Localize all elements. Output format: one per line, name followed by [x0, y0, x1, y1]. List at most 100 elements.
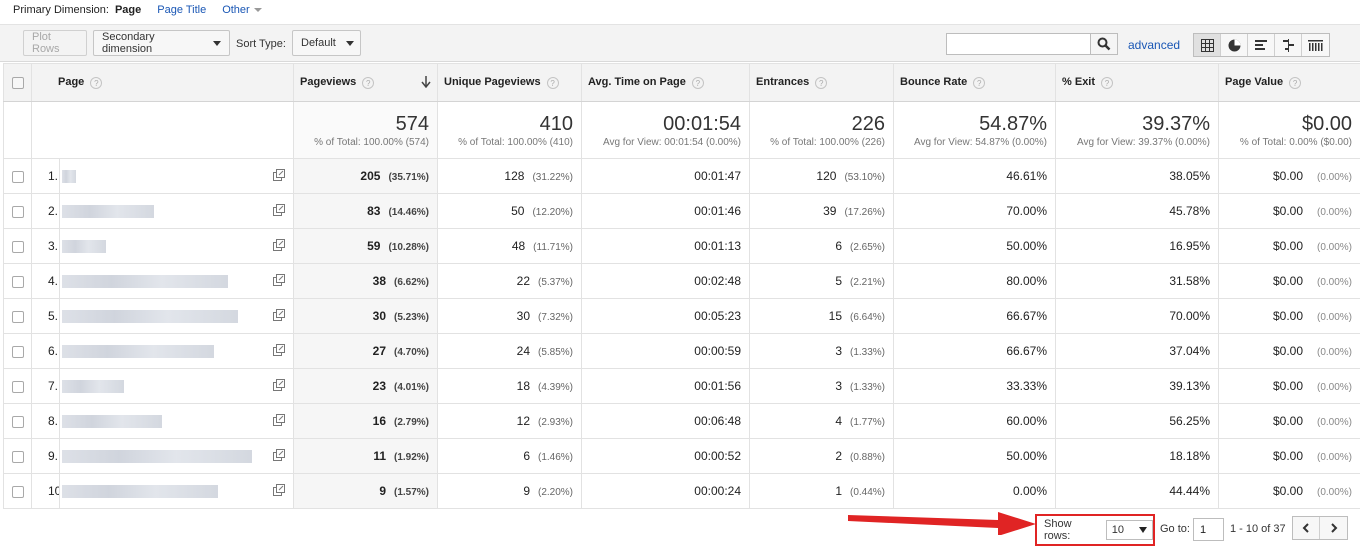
- row-checkbox[interactable]: [12, 171, 24, 183]
- page-value-percent: (0.00%): [1317, 347, 1352, 358]
- table-row[interactable]: 9.11(1.92%)6(1.46%)00:00:522(0.88%)50.00…: [4, 439, 1360, 474]
- open-link-icon[interactable]: [273, 169, 285, 181]
- page-cell[interactable]: [60, 474, 294, 509]
- row-checkbox[interactable]: [12, 346, 24, 358]
- table-row[interactable]: 7.23(4.01%)18(4.39%)00:01:563(1.33%)33.3…: [4, 369, 1360, 404]
- page-cell[interactable]: [60, 229, 294, 264]
- next-page-button[interactable]: [1320, 517, 1347, 539]
- select-all-checkbox[interactable]: [12, 77, 24, 89]
- row-checkbox-cell: [4, 474, 32, 509]
- sort-type-dropdown[interactable]: Default: [292, 30, 361, 56]
- open-link-icon[interactable]: [273, 239, 285, 251]
- table-row[interactable]: 10.9(1.57%)9(2.20%)00:00:241(0.44%)0.00%…: [4, 474, 1360, 509]
- data-table-view-button[interactable]: [1194, 34, 1221, 56]
- page-cell[interactable]: [60, 264, 294, 299]
- help-icon[interactable]: ?: [973, 77, 985, 89]
- help-icon[interactable]: ?: [692, 77, 704, 89]
- redacted-page-path[interactable]: [62, 485, 218, 498]
- table-row[interactable]: 4.38(6.62%)22(5.37%)00:02:485(2.21%)80.0…: [4, 264, 1360, 299]
- page-cell[interactable]: [60, 439, 294, 474]
- page-cell[interactable]: [60, 404, 294, 439]
- column-header-avg-time[interactable]: Avg. Time on Page?: [582, 64, 750, 102]
- primary-dimension-page[interactable]: Page: [115, 4, 141, 16]
- redacted-page-path[interactable]: [62, 415, 162, 428]
- redacted-page-path[interactable]: [62, 310, 238, 323]
- redacted-page-path[interactable]: [62, 275, 228, 288]
- table-row[interactable]: 8.16(2.79%)12(2.93%)00:06:484(1.77%)60.0…: [4, 404, 1360, 439]
- page-cell[interactable]: [60, 334, 294, 369]
- total-pageviews-cell: 574% of Total: 100.00% (574): [294, 102, 438, 159]
- row-checkbox[interactable]: [12, 416, 24, 428]
- row-checkbox[interactable]: [12, 486, 24, 498]
- secondary-dimension-dropdown[interactable]: Secondary dimension: [93, 30, 230, 56]
- open-link-icon[interactable]: [273, 204, 285, 216]
- column-header-unique-pageviews[interactable]: Unique Pageviews?: [438, 64, 582, 102]
- row-checkbox[interactable]: [12, 311, 24, 323]
- entrances-value: 1: [835, 484, 842, 498]
- search-button[interactable]: [1090, 33, 1118, 55]
- row-checkbox[interactable]: [12, 241, 24, 253]
- open-link-icon[interactable]: [273, 379, 285, 391]
- help-icon[interactable]: ?: [1101, 77, 1113, 89]
- advanced-filter-link[interactable]: advanced: [1128, 38, 1180, 52]
- row-number: 8.: [32, 404, 60, 439]
- page-cell[interactable]: [60, 299, 294, 334]
- help-icon[interactable]: ?: [90, 77, 102, 89]
- pie-view-button[interactable]: [1221, 34, 1248, 56]
- avg-time-cell: 00:00:24: [582, 474, 750, 509]
- redacted-page-path[interactable]: [62, 380, 124, 393]
- redacted-page-path[interactable]: [62, 205, 154, 218]
- open-link-icon[interactable]: [273, 484, 285, 496]
- column-header-pageviews[interactable]: Pageviews?: [294, 64, 438, 102]
- redacted-page-path[interactable]: [62, 345, 214, 358]
- search-input[interactable]: [946, 33, 1091, 55]
- page-cell[interactable]: [60, 194, 294, 229]
- table-row[interactable]: 6.27(4.70%)24(5.85%)00:00:593(1.33%)66.6…: [4, 334, 1360, 369]
- column-header-exit[interactable]: % Exit?: [1056, 64, 1219, 102]
- previous-page-button[interactable]: [1293, 517, 1320, 539]
- show-rows-select[interactable]: 10: [1106, 520, 1153, 540]
- open-link-icon[interactable]: [273, 274, 285, 286]
- grid-icon: [1201, 39, 1214, 52]
- unique-pageviews-percent: (7.32%): [538, 312, 573, 323]
- help-icon[interactable]: ?: [547, 77, 559, 89]
- table-row[interactable]: 5.30(5.23%)30(7.32%)00:05:2315(6.64%)66.…: [4, 299, 1360, 334]
- help-icon[interactable]: ?: [362, 77, 374, 89]
- help-icon[interactable]: ?: [1289, 77, 1301, 89]
- row-checkbox[interactable]: [12, 206, 24, 218]
- entrances-cell: 39(17.26%): [750, 194, 894, 229]
- redacted-page-path[interactable]: [62, 450, 252, 463]
- redacted-page-path[interactable]: [62, 170, 76, 183]
- plot-rows-button[interactable]: Plot Rows: [23, 30, 87, 56]
- open-link-icon[interactable]: [273, 449, 285, 461]
- exit-cell: 38.05%: [1056, 159, 1219, 194]
- column-header-page[interactable]: Page?: [32, 64, 294, 102]
- table-row[interactable]: 3.59(10.28%)48(11.71%)00:01:136(2.65%)50…: [4, 229, 1360, 264]
- pivot-view-button[interactable]: [1302, 34, 1329, 56]
- goto-page-input[interactable]: 1: [1193, 518, 1224, 541]
- primary-dimension-page-title[interactable]: Page Title: [157, 4, 206, 16]
- open-link-icon[interactable]: [273, 414, 285, 426]
- open-link-icon[interactable]: [273, 309, 285, 321]
- page-cell[interactable]: [60, 369, 294, 404]
- page-cell[interactable]: [60, 159, 294, 194]
- row-checkbox[interactable]: [12, 451, 24, 463]
- row-checkbox[interactable]: [12, 381, 24, 393]
- redacted-page-path[interactable]: [62, 240, 106, 253]
- column-header-page-value[interactable]: Page Value?: [1219, 64, 1360, 102]
- performance-view-button[interactable]: [1248, 34, 1275, 56]
- open-link-icon[interactable]: [273, 344, 285, 356]
- row-checkbox[interactable]: [12, 276, 24, 288]
- avg-time-cell: 00:00:52: [582, 439, 750, 474]
- pageviews-cell: 83(14.46%): [294, 194, 438, 229]
- primary-dimension-other[interactable]: Other: [222, 4, 262, 16]
- column-header-entrances[interactable]: Entrances?: [750, 64, 894, 102]
- total-pageviews-sub: % of Total: 100.00% (574): [294, 137, 429, 148]
- help-icon[interactable]: ?: [815, 77, 827, 89]
- comparison-view-button[interactable]: [1275, 34, 1302, 56]
- total-entrances: 226: [750, 113, 885, 135]
- total-bounce-rate-sub: Avg for View: 54.87% (0.00%): [894, 137, 1047, 148]
- column-header-bounce-rate[interactable]: Bounce Rate?: [894, 64, 1056, 102]
- table-row[interactable]: 2.83(14.46%)50(12.20%)00:01:4639(17.26%)…: [4, 194, 1360, 229]
- table-row[interactable]: 1.205(35.71%)128(31.22%)00:01:47120(53.1…: [4, 159, 1360, 194]
